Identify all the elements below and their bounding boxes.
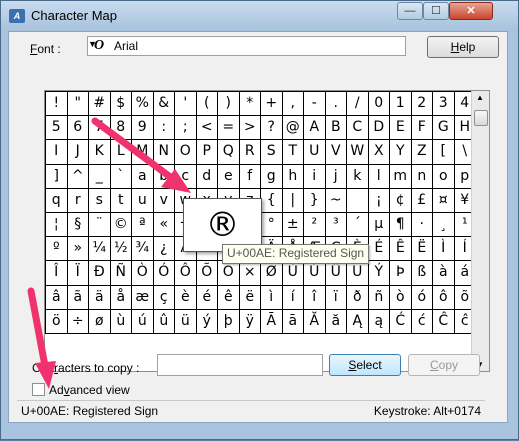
annotation-arrow-to-grid (91, 117, 177, 183)
annotation-arrows (27, 117, 191, 389)
character-map-window: A Character Map — ☐ ✕ Font : O Arial ▼ H… (0, 0, 519, 440)
annotation-arrowhead-checkbox (35, 361, 56, 389)
annotation-arrow-to-checkbox (27, 287, 49, 370)
